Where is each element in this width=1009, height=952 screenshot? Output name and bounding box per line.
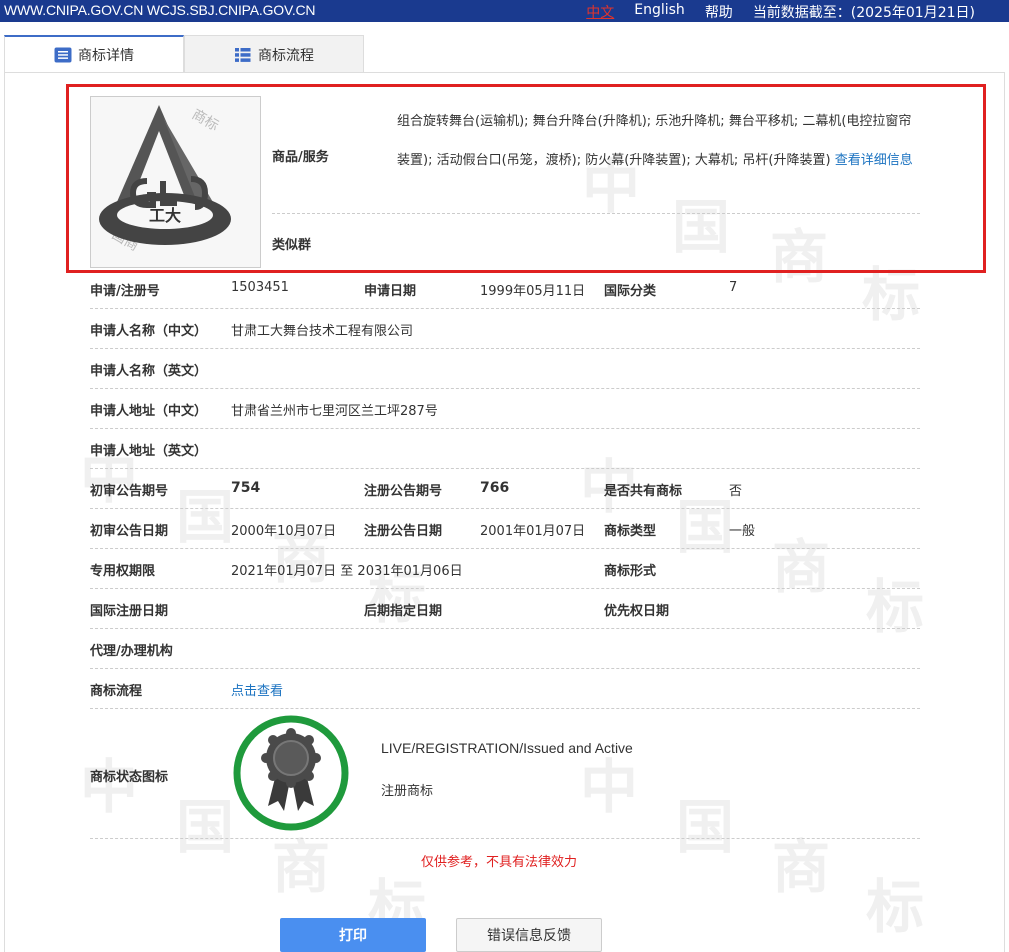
flow-label: 商标流程 [90,684,143,699]
tm-form-label: 商标形式 [604,564,657,579]
tab-flow[interactable]: 商标流程 [184,35,364,73]
reg-no-value: 1503451 [231,280,289,295]
row-flow: 商标流程 点击查看 [90,669,920,709]
top-links: 中文 English 帮助 当前数据截至：(2025年01月21日) [586,2,975,22]
applicant-cn-label: 申请人名称（中文） [90,324,208,339]
row-issue-date: 初审公告日期 2000年10月07日 注册公告日期 2001年01月07日 商标… [90,509,920,549]
term-value: 2021年01月07日 至 2031年01月06日 [231,564,463,579]
shared-label: 是否共有商标 [604,484,683,499]
reg-no-label: 申请/注册号 [90,284,160,299]
similar-group-label: 类似群 [272,238,312,253]
address-cn-label: 申请人地址（中文） [90,404,208,419]
tab-detail[interactable]: 商标详情 [4,35,184,73]
tm-type-value: 一般 [729,524,756,539]
divider [272,213,920,214]
row-agent: 代理/办理机构 [90,629,920,669]
row-applicant-cn: 申请人名称（中文） 甘肃工大舞台技术工程有限公司 [90,309,920,349]
app-date-label: 申请日期 [364,284,417,299]
tm-type-label: 商标类型 [604,524,657,539]
app-date-value: 1999年05月11日 [480,284,586,299]
divider [90,708,920,709]
agent-label: 代理/办理机构 [90,644,173,659]
tab-bar: 商标详情 商标流程 [4,35,364,73]
feedback-button[interactable]: 错误信息反馈 [456,918,602,952]
address-cn-value: 甘肃省兰州市七里河区兰工坪287号 [231,404,438,419]
list-icon [54,47,72,63]
reg-date-label: 注册公告日期 [364,524,443,539]
applicant-en-label: 申请人名称（英文） [90,364,208,379]
address-en-label: 申请人地址（英文） [90,444,208,459]
priority-date-label: 优先权日期 [604,604,670,619]
view-flow-link[interactable]: 点击查看 [231,680,283,699]
prelim-issue-value: 754 [231,480,261,496]
help-link[interactable]: 帮助 [705,2,733,22]
status-icon-label: 商标状态图标 [90,770,169,785]
reg-date-value: 2001年01月07日 [480,524,586,539]
row-term: 专用权期限 2021年01月07日 至 2031年01月06日 商标形式 [90,549,920,589]
applicant-cn-value: 甘肃工大舞台技术工程有限公司 [231,324,414,339]
data-date: 当前数据截至：(2025年01月21日) [752,5,975,21]
disclaimer-text: 仅供参考，不具有法律效力 [421,855,578,870]
prelim-date-value: 2000年10月07日 [231,524,337,539]
view-details-link[interactable]: 查看详细信息 [835,153,913,168]
tab-detail-label: 商标详情 [78,48,134,64]
goods-label: 商品/服务 [272,150,329,165]
prelim-date-label: 初审公告日期 [90,524,169,539]
reg-issue-value: 766 [480,480,510,496]
divider [90,838,920,839]
status-zh: 注册商标 [381,784,434,799]
row-issue-no: 初审公告期号 754 注册公告期号 766 是否共有商标 否 [90,469,920,509]
term-label: 专用权期限 [90,564,156,579]
grid-list-icon [235,47,251,62]
intl-reg-date-label: 国际注册日期 [90,604,169,619]
shared-value: 否 [729,484,743,499]
goods-services: 组合旋转舞台(运输机); 舞台升降台(升降机); 乐池升降机; 舞台平移机; 二… [397,102,919,180]
row-applicant-en: 申请人名称（英文） [90,349,920,389]
print-button[interactable]: 打印 [280,918,426,952]
tab-flow-label: 商标流程 [258,47,314,64]
intl-class-label: 国际分类 [604,284,657,299]
intl-class-value: 7 [729,280,738,295]
row-address-en: 申请人地址（英文） [90,429,920,469]
site-url[interactable]: WWW.CNIPA.GOV.CN WCJS.SBJ.CNIPA.GOV.CN [4,2,316,18]
lang-zh-link[interactable]: 中文 [586,2,614,22]
row-reg-no: 申请/注册号 1503451 申请日期 1999年05月11日 国际分类 7 [90,269,920,309]
row-status: 商标状态图标 [90,755,920,795]
top-bar: WWW.CNIPA.GOV.CN WCJS.SBJ.CNIPA.GOV.CN 中… [0,0,1009,22]
later-date-label: 后期指定日期 [364,604,443,619]
lang-en-link[interactable]: English [634,2,685,22]
prelim-issue-label: 初审公告期号 [90,484,169,499]
row-intl-dates: 国际注册日期 后期指定日期 优先权日期 [90,589,920,629]
status-en: LIVE/REGISTRATION/Issued and Active [381,740,633,756]
registered-badge-icon [233,715,349,831]
reg-issue-label: 注册公告期号 [364,484,443,499]
row-address-cn: 申请人地址（中文） 甘肃省兰州市七里河区兰工坪287号 [90,389,920,429]
